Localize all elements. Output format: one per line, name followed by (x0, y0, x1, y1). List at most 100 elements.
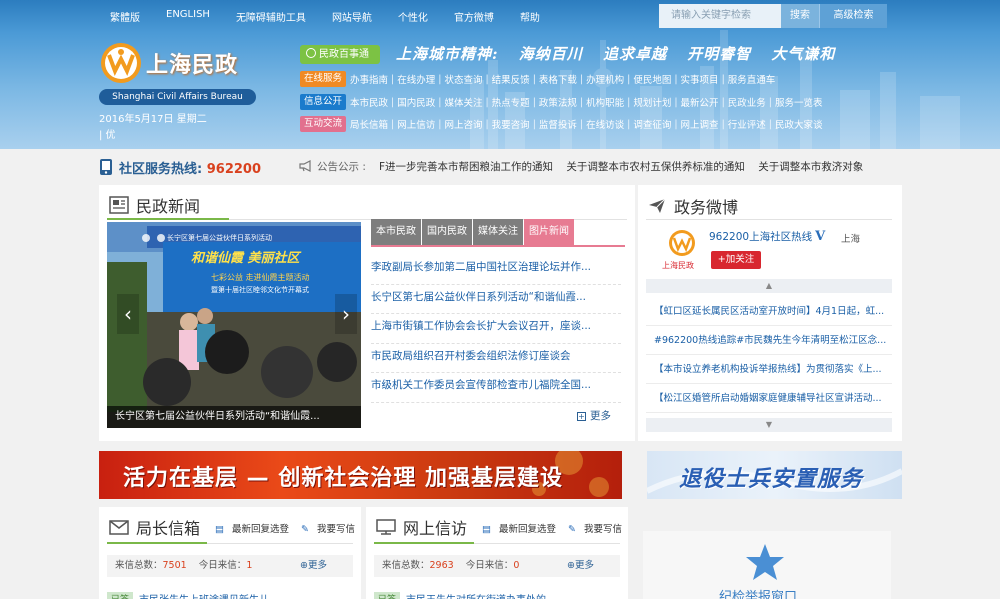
news-item[interactable]: 市级机关工作委员会宣传部检查市儿福院全国... (371, 373, 621, 403)
tabs-underline (371, 245, 625, 247)
news-item[interactable]: 市民政局组织召开村委会组织法修订座谈会 (371, 344, 621, 373)
mailbox-links: ▤ 最新回复选登 ✎ 我要写信 (203, 521, 355, 535)
tab-local-affairs[interactable]: 本市民政 (371, 219, 421, 245)
news-item[interactable]: 上海市街镇工作协会会长扩大会议召开，座谈... (371, 314, 621, 344)
today-label: 今日来信： (465, 560, 514, 571)
write-letter-link[interactable]: ✎ 我要写信 (295, 521, 355, 535)
news-item[interactable]: 李政副局长参加第二届中国社区治理论坛并作... (371, 255, 621, 285)
section-accent-line (374, 542, 474, 544)
menu-item[interactable]: 实事项目 (681, 72, 719, 86)
weibo-item[interactable]: #962200热线追踪#市民魏先生今年清明至松江区念... (646, 326, 892, 355)
menu-item[interactable]: 本市民政 (350, 95, 388, 109)
notice-item[interactable]: F进一步完善本市帮困粮油工作的通知 (379, 161, 553, 173)
menu-item[interactable]: 网上调查 (681, 117, 719, 131)
tab-domestic-affairs[interactable]: 国内民政 (422, 219, 472, 245)
slide-prev-arrow-icon[interactable]: ‹ (117, 294, 139, 334)
plus-circle-icon: ⊕ (300, 560, 308, 571)
weibo-item[interactable]: 【本市设立养老机构投诉举报热线】为贯彻落实《上... (646, 355, 892, 384)
list-icon: ▤ (215, 524, 224, 535)
today-label: 今日来信： (198, 560, 247, 571)
menu-item[interactable]: 行业评述 (728, 117, 766, 131)
discipline-report-window[interactable]: 纪检举报窗口 (643, 531, 891, 599)
latest-replies-link[interactable]: ▤ 最新回复选登 (209, 521, 289, 535)
petition-more-link[interactable]: ⊕更多 (567, 555, 594, 577)
menu-item[interactable]: 机构职能 (586, 95, 624, 109)
nav-personalize[interactable]: 个性化 (398, 9, 428, 24)
veteran-placement-banner[interactable]: 退役士兵安置服务 (647, 451, 902, 499)
notice-item[interactable]: 关于调整本市农村五保供养标准的通知 (566, 161, 745, 173)
menu-item[interactable]: 民政业务 (728, 95, 766, 109)
search-button[interactable]: 搜索 (781, 4, 819, 28)
banner-right-text: 退役士兵安置服务 (679, 467, 864, 492)
menu-item[interactable]: 最新公开 (681, 95, 719, 109)
advanced-search-button[interactable]: 高级检索 (819, 4, 887, 28)
menu-item[interactable]: 局长信箱 (350, 117, 388, 131)
menu-item[interactable]: 状态查询 (444, 72, 482, 86)
mailbox-item[interactable]: 已答市民张先生上班途遇见新生儿... (107, 591, 279, 599)
nav-traditional-chinese[interactable]: 繁體版 (110, 9, 140, 24)
info-circle-icon (306, 48, 316, 58)
menu-item[interactable]: 办事指南 (350, 72, 388, 86)
menu-item[interactable]: 结果反馈 (492, 72, 530, 86)
weibo-avatar[interactable]: 上海民政 (662, 228, 702, 270)
news-item[interactable]: 长宁区第七届公益伙伴日系列活动“和谐仙霞... (371, 285, 621, 314)
nav-site-map[interactable]: 网站导航 (332, 9, 372, 24)
petition-item[interactable]: 已答市民王先生对所在街道办事处的... (374, 591, 556, 599)
nav-english[interactable]: ENGLISH (166, 9, 210, 24)
scroll-up-arrow-icon[interactable]: ▲ (646, 279, 892, 293)
nav-official-weibo[interactable]: 官方微博 (454, 9, 494, 24)
menu-item[interactable]: 监督投诉 (539, 117, 577, 131)
weibo-account-name[interactable]: 962200上海社区热线 V (709, 229, 825, 244)
follow-button[interactable]: +加关注 (711, 251, 761, 269)
slide-image: 长宁区第七届公益伙伴日系列活动 和谐仙霞 美丽社区 七彩公益 走进仙霞主题活动 … (107, 222, 361, 428)
menu-item[interactable]: 调查征询 (633, 117, 671, 131)
slide-dot[interactable] (157, 234, 165, 242)
plus-circle-icon: ⊕ (567, 560, 575, 571)
menu-item[interactable]: 媒体关注 (444, 95, 482, 109)
write-letter-link[interactable]: ✎ 我要写信 (562, 521, 622, 535)
slide-next-arrow-icon[interactable]: › (335, 294, 357, 334)
menu-item[interactable]: 在线访谈 (586, 117, 624, 131)
menu-item[interactable]: 办理机构 (586, 72, 624, 86)
total-count: 7501 (162, 560, 187, 571)
menu-item[interactable]: 民政大家谈 (775, 117, 823, 131)
menu-item[interactable]: 热点专题 (492, 95, 530, 109)
scroll-down-arrow-icon[interactable]: ▼ (646, 418, 892, 432)
menu-item[interactable]: 服务直通车 (728, 72, 776, 86)
news-slideshow[interactable]: 长宁区第七届公益伙伴日系列活动 和谐仙霞 美丽社区 七彩公益 走进仙霞主题活动 … (107, 222, 361, 428)
menu-item[interactable]: 规划计划 (633, 95, 671, 109)
menu-item[interactable]: 在线办理 (397, 72, 435, 86)
site-logo[interactable]: 上海民政 Shanghai Civil Affairs Bureau (99, 41, 259, 109)
menu-item[interactable]: 表格下载 (539, 72, 577, 86)
weibo-item[interactable]: 【松江区婚管所启动婚姻家庭健康辅导社区宣讲活动... (646, 384, 892, 413)
menu-item[interactable]: 网上信访 (397, 117, 435, 131)
slide-calligraphy-text: 和谐仙霞 美丽社区 (191, 250, 302, 266)
newspaper-icon (109, 196, 129, 214)
menu-tag-interaction[interactable]: 互动交流 (300, 116, 347, 132)
menu-item[interactable]: 政策法规 (539, 95, 577, 109)
tab-media-focus[interactable]: 媒体关注 (473, 219, 523, 245)
menu-item[interactable]: 服务一览表 (775, 95, 823, 109)
latest-replies-link[interactable]: ▤ 最新回复选登 (476, 521, 556, 535)
menu-item[interactable]: 国内民政 (397, 95, 435, 109)
weibo-item[interactable]: 【虹口区延长属民区活动室开放时间】4月1日起，虹... (646, 297, 892, 326)
civil-affairs-info-badge[interactable]: 民政百事通 (300, 45, 380, 64)
slide-caption[interactable]: 长宁区第七届公益伙伴日系列活动“和谐仙霞... (107, 406, 361, 428)
mailbox-more-link[interactable]: ⊕更多 (300, 555, 327, 577)
notice-item[interactable]: 关于调整本市救济对象 (758, 161, 863, 173)
nav-accessibility-tools[interactable]: 无障碍辅助工具 (236, 9, 306, 24)
search-input[interactable]: 请输入关键字检索 (659, 4, 781, 28)
tab-photo-news[interactable]: 图片新闻 (524, 219, 574, 245)
menu-tag-online-services[interactable]: 在线服务 (300, 71, 347, 87)
menu-tag-information-disclosure[interactable]: 信息公开 (300, 94, 347, 110)
grassroots-governance-banner[interactable]: 活力在基层 — 创新社会治理 加强基层建设 (99, 451, 622, 499)
news-more-link[interactable]: + 更多 (577, 408, 611, 423)
menu-item[interactable]: 我要咨询 (492, 117, 530, 131)
menu-item[interactable]: 网上咨询 (444, 117, 482, 131)
nav-help[interactable]: 帮助 (520, 9, 540, 24)
section-accent-line (107, 218, 229, 220)
menu-item[interactable]: 便民地图 (633, 72, 671, 86)
more-label: 更多 (307, 560, 327, 571)
slide-dot[interactable] (142, 234, 150, 242)
list-icon: ▤ (482, 524, 491, 535)
